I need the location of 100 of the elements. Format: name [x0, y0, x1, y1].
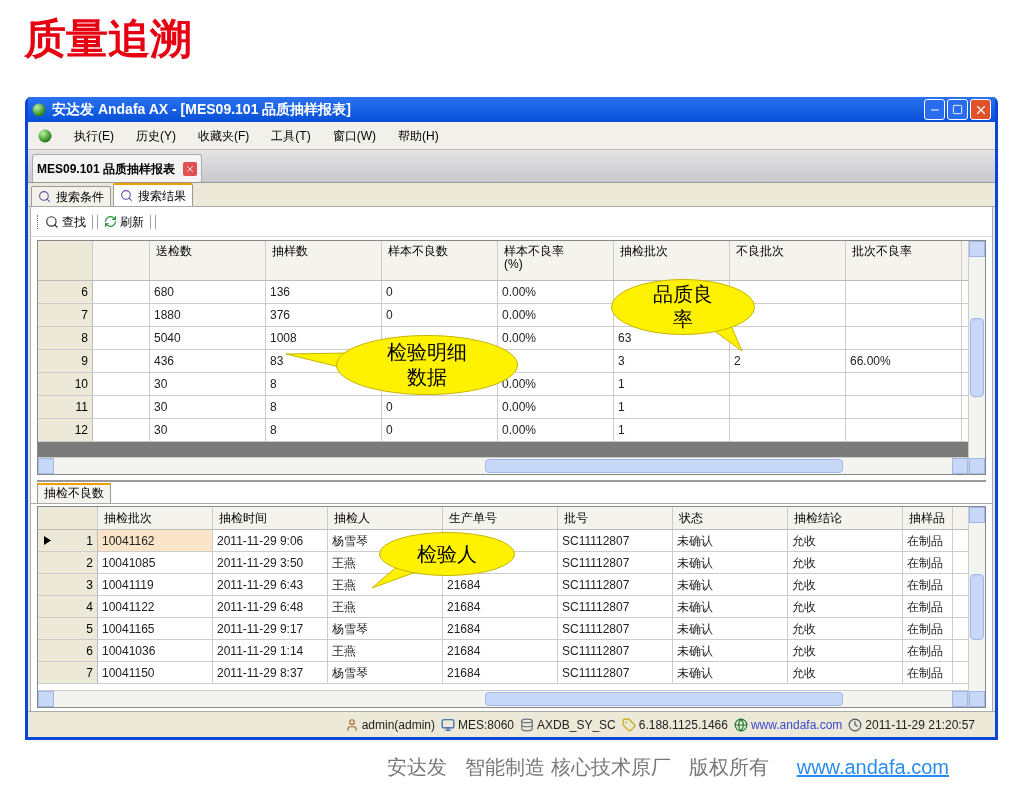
row-number: 10: [38, 373, 93, 395]
table-cell: 未确认: [673, 662, 788, 683]
table-cell: SC11112807: [558, 596, 673, 617]
status-text: 2011-11-29 21:20:57: [865, 716, 975, 734]
column-header[interactable]: 抽样数: [266, 241, 382, 280]
table-cell: 10041085: [98, 552, 213, 573]
table-cell: 2011-11-29 9:17: [213, 618, 328, 639]
table-cell: 680: [150, 281, 266, 303]
menu-item[interactable]: 窗口(W): [332, 126, 376, 145]
horizontal-scrollbar[interactable]: [38, 457, 968, 474]
table-cell: 0: [382, 419, 498, 441]
status-text: admin(admin): [361, 716, 435, 734]
horizontal-scrollbar[interactable]: [38, 690, 968, 707]
menu-item[interactable]: 帮助(H): [398, 126, 439, 145]
table-cell: 376: [266, 304, 382, 326]
row-number: 9: [38, 350, 93, 372]
table-cell: 在制品: [903, 596, 953, 617]
website-link[interactable]: www.andafa.com: [750, 715, 843, 734]
menu-item[interactable]: 执行(E): [74, 126, 114, 145]
page-title: 质量追溯: [24, 14, 192, 64]
column-header[interactable]: 不良批次: [730, 241, 846, 280]
table-cell: 未确认: [673, 618, 788, 639]
table-cell: 未确认: [673, 574, 788, 595]
table-cell: 未确认: [673, 552, 788, 573]
column-header[interactable]: 样本不良数: [382, 241, 498, 280]
tab[interactable]: 搜索条件: [31, 186, 111, 206]
row-number: 1: [56, 530, 98, 551]
menu-item[interactable]: 收藏夹(F): [198, 126, 250, 145]
table-cell: SC11112807: [558, 640, 673, 661]
table-cell: 杨雪琴: [328, 662, 443, 683]
table-cell: SC11112807: [558, 574, 673, 595]
column-header[interactable]: 批次不良率: [846, 241, 962, 280]
row-number: 11: [38, 396, 93, 418]
table-cell: 3: [614, 350, 730, 372]
table-cell: 在制品: [903, 552, 953, 573]
clock-icon: [848, 717, 863, 732]
table-cell: 未确认: [673, 640, 788, 661]
table-cell: 未确认: [673, 596, 788, 617]
status-text: 6.188.1125.1466: [638, 716, 728, 734]
find-button[interactable]: 查找: [45, 212, 86, 231]
table-cell: 2011-11-29 6:43: [213, 574, 328, 595]
close-tab-button[interactable]: [183, 161, 198, 176]
tab[interactable]: 搜索结果: [113, 183, 193, 206]
table-cell: 王燕: [328, 596, 443, 617]
table-cell: 允收: [788, 574, 903, 595]
table-cell: SC11112807: [558, 552, 673, 573]
table-cell: 允收: [788, 662, 903, 683]
table-cell: 10041162: [98, 530, 213, 551]
table-cell: 66.00%: [846, 350, 962, 372]
maximize-icon: [952, 104, 963, 115]
close-button[interactable]: [970, 99, 991, 120]
header-corner: [38, 507, 98, 529]
column-header[interactable]: 抽检时间: [213, 507, 328, 529]
table-cell: 允收: [788, 596, 903, 617]
header-corner: [38, 241, 93, 280]
table-cell: 30: [150, 396, 266, 418]
table-cell: 0: [382, 304, 498, 326]
vertical-scrollbar[interactable]: [968, 507, 985, 707]
table-cell: 10041165: [98, 618, 213, 639]
maximize-button[interactable]: [947, 99, 968, 120]
table-cell: 1: [614, 396, 730, 418]
table-cell: 杨雪琴: [328, 618, 443, 639]
column-header[interactable]: 状态: [673, 507, 788, 529]
column-header[interactable]: 抽检人: [328, 507, 443, 529]
column-header[interactable]: 批号: [558, 507, 673, 529]
minimize-button[interactable]: [924, 99, 945, 120]
table-cell: 在制品: [903, 574, 953, 595]
table-cell: 0.00%: [498, 396, 614, 418]
table-cell: 2011-11-29 1:14: [213, 640, 328, 661]
column-header[interactable]: 样本不良率 (%): [498, 241, 614, 280]
table-cell: 允收: [788, 552, 903, 573]
table-cell: 30: [150, 373, 266, 395]
column-header[interactable]: 抽检结论: [788, 507, 903, 529]
column-header[interactable]: 生产单号: [443, 507, 558, 529]
column-header[interactable]: 抽样品: [903, 507, 953, 529]
menu-item[interactable]: 历史(Y): [136, 126, 176, 145]
document-tab[interactable]: MES09.101 品质抽样报表: [32, 154, 203, 182]
footer-slogan: 智能制造 核心技术原厂: [465, 755, 671, 780]
search-icon: [120, 189, 133, 202]
tab[interactable]: 抽检不良数: [37, 483, 111, 503]
refresh-button[interactable]: 刷新: [104, 212, 144, 231]
vertical-scrollbar[interactable]: [968, 241, 985, 474]
search-icon: [45, 214, 59, 229]
monitor-icon: [441, 717, 455, 732]
column-header[interactable]: 抽检批次: [98, 507, 213, 529]
table-cell: SC11112807: [558, 662, 673, 683]
table-cell: 1880: [150, 304, 266, 326]
globe-icon: [733, 717, 748, 732]
table-cell: 0: [382, 396, 498, 418]
table-cell: 未确认: [673, 530, 788, 551]
footer-rights: 版权所有: [688, 755, 769, 780]
status-text: AXDB_SY_SC: [537, 716, 616, 734]
table-cell: 8: [266, 419, 382, 441]
table-cell: 允收: [788, 530, 903, 551]
column-header[interactable]: 送检数: [150, 241, 266, 280]
menu-item[interactable]: 工具(T): [271, 126, 311, 145]
window-title: 安达发 Andafa AX - [MES09.101 品质抽样报表]: [52, 100, 351, 119]
table-cell: SC11112807: [558, 618, 673, 639]
table-cell: 1: [614, 419, 730, 441]
row-selector[interactable]: [38, 530, 56, 551]
